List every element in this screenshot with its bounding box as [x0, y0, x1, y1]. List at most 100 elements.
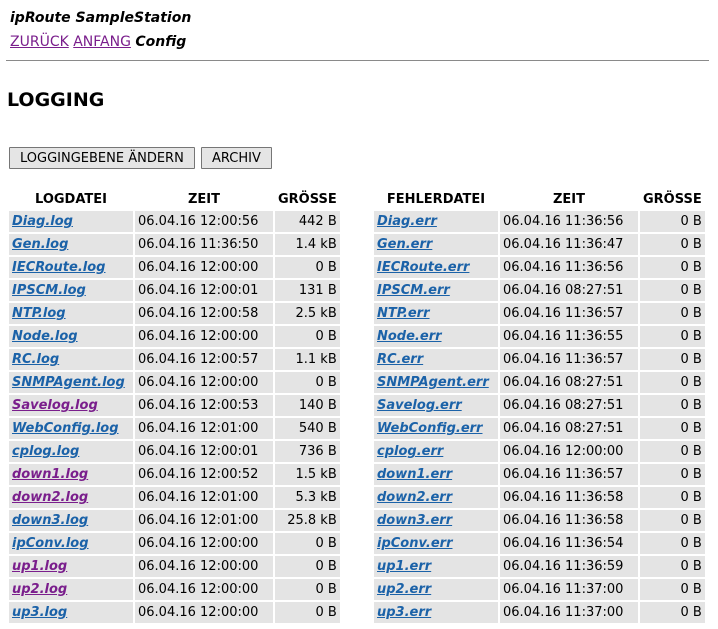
log-file-link[interactable]: NTP.log — [12, 306, 66, 321]
table-row: up2.log 06.04.16 12:00:00 0 B — [9, 579, 340, 600]
log-file-link[interactable]: IPSCM.log — [12, 283, 86, 298]
time-cell: 06.04.16 12:00:58 — [135, 303, 273, 324]
error-file-link[interactable]: IPSCM.err — [377, 283, 450, 298]
error-file-link[interactable]: up1.err — [377, 559, 431, 574]
error-file-link[interactable]: ipConv.err — [377, 536, 452, 551]
change-logging-level-button[interactable]: LOGGINGEBENE ÄNDERN — [9, 147, 195, 169]
log-file-cell: NTP.log — [9, 303, 133, 324]
column-header-size[interactable]: GRÖSSE — [640, 190, 705, 209]
log-file-cell: IPSCM.log — [9, 280, 133, 301]
archive-button[interactable]: ARCHIV — [201, 147, 272, 169]
error-file-cell: down1.err — [374, 464, 498, 485]
error-file-link[interactable]: down1.err — [377, 467, 452, 482]
time-cell: 06.04.16 12:00:52 — [135, 464, 273, 485]
time-cell: 06.04.16 11:37:00 — [500, 602, 638, 623]
column-header-time[interactable]: ZEIT — [135, 190, 273, 209]
size-cell: 0 B — [640, 510, 705, 531]
size-cell: 0 B — [640, 303, 705, 324]
log-file-link[interactable]: up3.log — [12, 605, 67, 620]
table-row: IPSCM.log 06.04.16 12:00:01 131 B — [9, 280, 340, 301]
size-cell: 140 B — [275, 395, 340, 416]
log-file-cell: RC.log — [9, 349, 133, 370]
log-file-link[interactable]: WebConfig.log — [12, 421, 119, 436]
error-file-link[interactable]: up3.err — [377, 605, 431, 620]
column-header-time[interactable]: ZEIT — [500, 190, 638, 209]
error-file-cell: Savelog.err — [374, 395, 498, 416]
error-file-link[interactable]: WebConfig.err — [377, 421, 482, 436]
log-file-cell: cplog.log — [9, 441, 133, 462]
log-file-link[interactable]: up2.log — [12, 582, 67, 597]
table-row: Diag.err 06.04.16 11:36:56 0 B — [374, 211, 705, 232]
log-file-link[interactable]: down3.log — [12, 513, 88, 528]
error-file-link[interactable]: down2.err — [377, 490, 452, 505]
log-file-link[interactable]: cplog.log — [12, 444, 79, 459]
time-cell: 06.04.16 12:00:00 — [135, 602, 273, 623]
size-cell: 0 B — [640, 418, 705, 439]
log-file-link[interactable]: Savelog.log — [12, 398, 98, 413]
error-file-link[interactable]: Savelog.err — [377, 398, 462, 413]
error-file-cell: Gen.err — [374, 234, 498, 255]
table-row: IECRoute.log 06.04.16 12:00:00 0 B — [9, 257, 340, 278]
table-row: ipConv.err 06.04.16 11:36:54 0 B — [374, 533, 705, 554]
size-cell: 0 B — [640, 349, 705, 370]
log-file-cell: WebConfig.log — [9, 418, 133, 439]
error-file-link[interactable]: cplog.err — [377, 444, 443, 459]
log-file-cell: ipConv.log — [9, 533, 133, 554]
time-cell: 06.04.16 12:00:01 — [135, 441, 273, 462]
time-cell: 06.04.16 11:36:58 — [500, 510, 638, 531]
size-cell: 25.8 kB — [275, 510, 340, 531]
home-link[interactable]: ANFANG — [73, 34, 131, 50]
log-file-link[interactable]: RC.log — [12, 352, 59, 367]
error-file-link[interactable]: down3.err — [377, 513, 452, 528]
back-link[interactable]: ZURÜCK — [10, 34, 69, 50]
table-row: SNMPAgent.log 06.04.16 12:00:00 0 B — [9, 372, 340, 393]
column-header-size[interactable]: GRÖSSE — [275, 190, 340, 209]
table-row: cplog.err 06.04.16 12:00:00 0 B — [374, 441, 705, 462]
log-file-link[interactable]: SNMPAgent.log — [12, 375, 125, 390]
log-file-link[interactable]: Node.log — [12, 329, 78, 344]
error-file-cell: up1.err — [374, 556, 498, 577]
time-cell: 06.04.16 11:36:47 — [500, 234, 638, 255]
log-file-link[interactable]: down1.log — [12, 467, 88, 482]
time-cell: 06.04.16 12:00:00 — [135, 372, 273, 393]
error-file-link[interactable]: SNMPAgent.err — [377, 375, 489, 390]
error-file-link[interactable]: Gen.err — [377, 237, 432, 252]
error-file-link[interactable]: NTP.err — [377, 306, 430, 321]
size-cell: 0 B — [640, 487, 705, 508]
error-file-cell: up2.err — [374, 579, 498, 600]
column-header-logfile[interactable]: LOGDATEI — [9, 190, 133, 209]
size-cell: 0 B — [275, 602, 340, 623]
log-file-link[interactable]: IECRoute.log — [12, 260, 105, 275]
size-cell: 0 B — [275, 257, 340, 278]
size-cell: 0 B — [640, 280, 705, 301]
log-file-cell: down3.log — [9, 510, 133, 531]
table-row: Savelog.log 06.04.16 12:00:53 140 B — [9, 395, 340, 416]
error-file-cell: Node.err — [374, 326, 498, 347]
size-cell: 0 B — [275, 372, 340, 393]
error-file-link[interactable]: Diag.err — [377, 214, 437, 229]
table-row: cplog.log 06.04.16 12:00:01 736 B — [9, 441, 340, 462]
log-file-link[interactable]: Diag.log — [12, 214, 73, 229]
error-file-cell: NTP.err — [374, 303, 498, 324]
size-cell: 0 B — [275, 326, 340, 347]
current-page-crumb: Config — [135, 34, 187, 50]
time-cell: 06.04.16 12:01:00 — [135, 487, 273, 508]
error-file-cell: cplog.err — [374, 441, 498, 462]
log-file-link[interactable]: ipConv.log — [12, 536, 89, 551]
time-cell: 06.04.16 12:01:00 — [135, 418, 273, 439]
table-row: WebConfig.err 06.04.16 08:27:51 0 B — [374, 418, 705, 439]
table-row: up2.err 06.04.16 11:37:00 0 B — [374, 579, 705, 600]
log-file-link[interactable]: up1.log — [12, 559, 67, 574]
table-row: RC.err 06.04.16 11:36:57 0 B — [374, 349, 705, 370]
error-file-link[interactable]: IECRoute.err — [377, 260, 469, 275]
header-divider — [6, 60, 709, 61]
log-file-link[interactable]: Gen.log — [12, 237, 68, 252]
error-file-link[interactable]: up2.err — [377, 582, 431, 597]
table-row: up3.log 06.04.16 12:00:00 0 B — [9, 602, 340, 623]
column-header-errorfile[interactable]: FEHLERDATEI — [374, 190, 498, 209]
log-file-link[interactable]: down2.log — [12, 490, 88, 505]
time-cell: 06.04.16 11:36:58 — [500, 487, 638, 508]
error-file-link[interactable]: RC.err — [377, 352, 423, 367]
error-file-cell: WebConfig.err — [374, 418, 498, 439]
error-file-link[interactable]: Node.err — [377, 329, 442, 344]
